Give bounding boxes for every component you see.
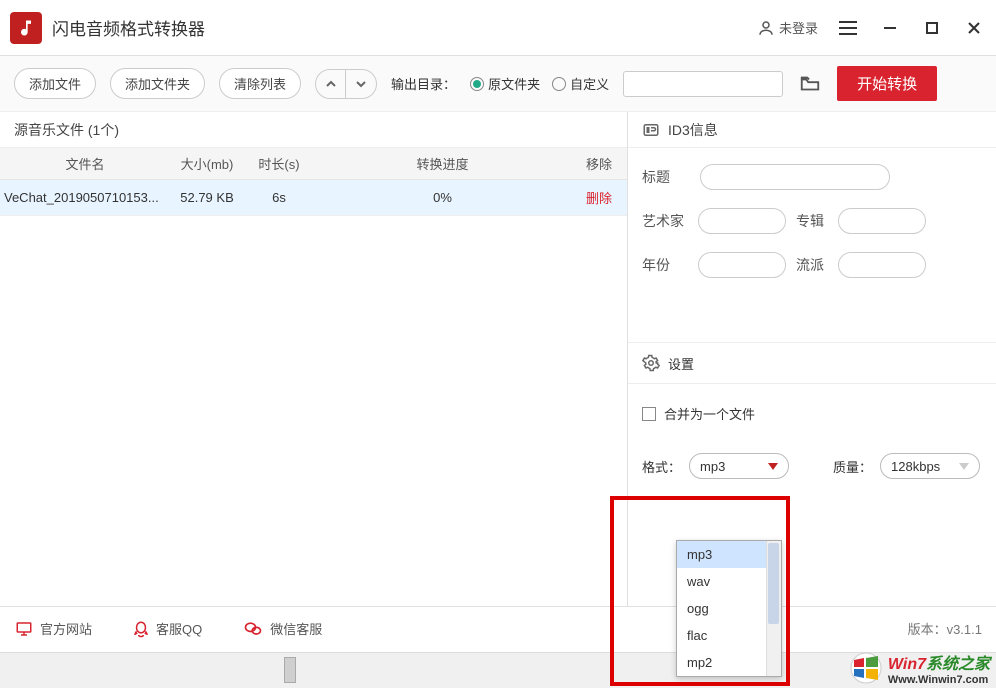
output-dir-input[interactable] [623, 71, 783, 97]
official-website-link[interactable]: 官方网站 [14, 619, 92, 638]
table-row[interactable]: VeChat_2019050710153... 52.79 KB 6s 0% 删… [0, 180, 627, 216]
move-up-button[interactable] [316, 70, 346, 98]
title-label: 标题 [642, 167, 690, 187]
quality-select[interactable]: 128kbps [880, 453, 980, 479]
minimize-button[interactable] [878, 16, 902, 40]
file-list-panel: 源音乐文件 (1个) 文件名 大小(mb) 时长(s) 转换进度 移除 VeCh… [0, 112, 628, 608]
settings-heading: 设置 [628, 342, 996, 384]
qq-icon [132, 619, 150, 639]
titlebar: 闪电音频格式转换器 未登录 [0, 0, 996, 56]
cell-progress: 0% [314, 180, 571, 216]
cell-duration: 6s [244, 180, 314, 216]
quality-label: 质量： [833, 457, 872, 476]
add-folder-button[interactable]: 添加文件夹 [110, 68, 205, 99]
artist-label: 艺术家 [642, 211, 690, 231]
col-remove: 移除 [571, 148, 627, 180]
qq-support-link[interactable]: 客服QQ [132, 619, 202, 639]
album-label: 专辑 [796, 211, 830, 231]
close-button[interactable] [962, 16, 986, 40]
move-updown [315, 69, 377, 99]
id3-icon [642, 121, 660, 139]
start-convert-button[interactable]: 开始转换 [837, 66, 937, 101]
file-list-heading: 源音乐文件 (1个) [0, 112, 627, 148]
radio-source-folder[interactable]: 原文件夹 [470, 74, 540, 93]
app-logo [10, 12, 42, 44]
wechat-support-link[interactable]: 微信客服 [242, 619, 322, 639]
format-label: 格式： [642, 457, 681, 476]
merge-checkbox[interactable]: 合并为一个文件 [642, 404, 982, 423]
format-select[interactable]: mp3 [689, 453, 789, 479]
monitor-icon [14, 620, 34, 638]
login-label: 未登录 [779, 18, 818, 37]
genre-label: 流派 [796, 255, 830, 275]
wechat-icon [242, 619, 264, 639]
id3-heading: ID3信息 [628, 112, 996, 148]
output-dir-label: 输出目录： [391, 74, 456, 93]
col-progress: 转换进度 [314, 148, 571, 180]
maximize-button[interactable] [920, 16, 944, 40]
app-title: 闪电音频格式转换器 [52, 15, 757, 40]
delete-link[interactable]: 删除 [586, 191, 612, 206]
watermark-logo [848, 652, 884, 684]
artist-input[interactable] [698, 208, 786, 234]
watermark: Win7系统之家 Www.Winwin7.com [848, 650, 990, 686]
cell-size: 52.79 KB [170, 180, 244, 216]
album-input[interactable] [838, 208, 926, 234]
footer: 官方网站 客服QQ 微信客服 版本：v3.1.1 [0, 606, 996, 650]
clear-list-button[interactable]: 清除列表 [219, 68, 301, 99]
move-down-button[interactable] [346, 70, 376, 98]
version-label: 版本：v3.1.1 [908, 619, 982, 638]
col-duration: 时长(s) [244, 148, 314, 180]
bottom-scrollbar[interactable] [0, 652, 996, 688]
add-file-button[interactable]: 添加文件 [14, 68, 96, 99]
year-input[interactable] [698, 252, 786, 278]
format-dropdown: mp3 wav ogg flac mp2 [676, 540, 782, 677]
toolbar: 添加文件 添加文件夹 清除列表 输出目录： 原文件夹 自定义 开始转换 [0, 56, 996, 112]
title-input[interactable] [700, 164, 890, 190]
col-filename: 文件名 [0, 148, 170, 180]
menu-button[interactable] [836, 16, 860, 40]
year-label: 年份 [642, 255, 690, 275]
col-size: 大小(mb) [170, 148, 244, 180]
login-button[interactable]: 未登录 [757, 18, 818, 37]
right-panel: ID3信息 标题 艺术家 专辑 年份 流派 设置 合并为一个文件 [628, 112, 996, 608]
genre-input[interactable] [838, 252, 926, 278]
radio-custom-folder[interactable]: 自定义 [552, 74, 609, 93]
dropdown-scrollbar[interactable] [766, 541, 781, 676]
file-table: 文件名 大小(mb) 时长(s) 转换进度 移除 VeChat_20190507… [0, 148, 627, 216]
browse-folder-icon[interactable] [797, 73, 823, 95]
cell-filename: VeChat_2019050710153... [0, 180, 170, 216]
gear-icon [642, 354, 660, 372]
